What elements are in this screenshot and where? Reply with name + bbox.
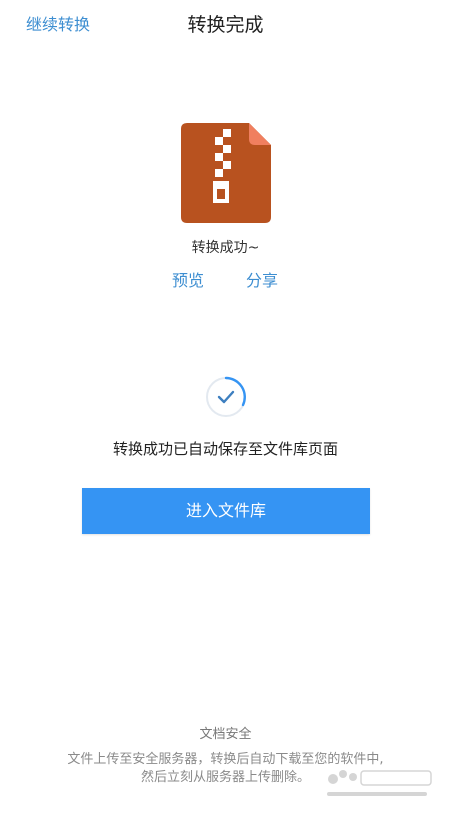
share-link[interactable]: 分享: [246, 270, 278, 292]
preview-link[interactable]: 预览: [172, 270, 204, 292]
enter-library-button[interactable]: 进入文件库: [82, 488, 370, 534]
file-actions: 预览 分享: [0, 270, 451, 292]
security-title: 文档安全: [199, 727, 252, 742]
check-circle-icon: [206, 376, 246, 417]
watermark-logo: [327, 770, 432, 796]
conversion-success-text: 转换成功~: [191, 240, 260, 256]
saved-to-library-text: 转换成功已自动保存至文件库页面: [112, 440, 338, 458]
zip-file-icon: [181, 123, 271, 223]
page-title: 转换完成: [187, 14, 264, 36]
conversion-complete-screen: 继续转换 转换完成 转换成功~ 预览 分享 转换成功已自动保存至文件库页面 进入…: [0, 0, 451, 819]
header: 继续转换 转换完成: [0, 0, 451, 52]
